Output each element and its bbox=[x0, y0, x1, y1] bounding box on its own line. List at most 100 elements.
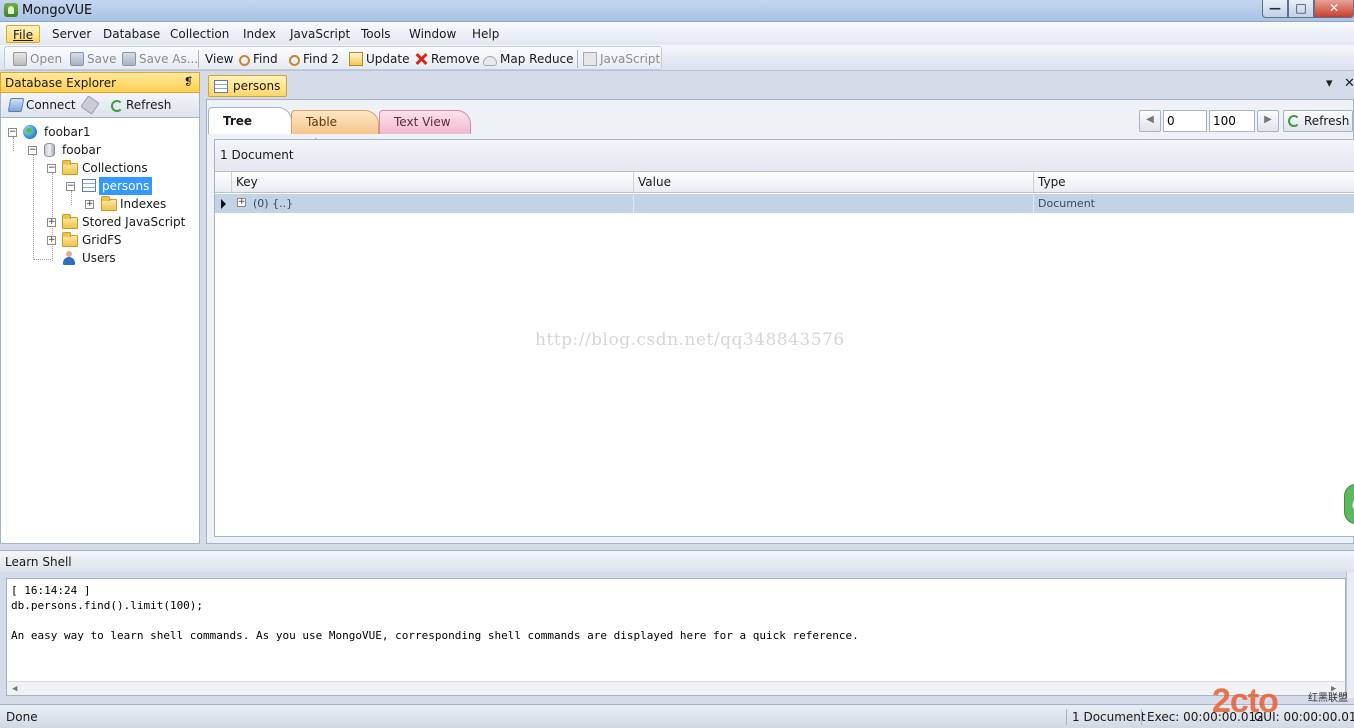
collapse-icon[interactable]: − bbox=[28, 146, 37, 155]
connect-button[interactable]: Connect bbox=[7, 96, 76, 114]
collapse-icon[interactable]: − bbox=[8, 128, 17, 137]
tree-line bbox=[13, 137, 14, 151]
tab-tree-view[interactable]: Tree View bbox=[208, 107, 292, 154]
collapse-icon[interactable]: − bbox=[47, 164, 56, 173]
cell-value bbox=[633, 194, 1033, 213]
expand-icon[interactable]: + bbox=[85, 200, 94, 209]
minimize-button[interactable]: — bbox=[1262, 0, 1288, 18]
main-toolbar: Open Save Save As... View Find Find 2 Up… bbox=[0, 45, 1354, 71]
skip-input[interactable] bbox=[1163, 110, 1207, 132]
arrow-left-icon: ◀ bbox=[1146, 114, 1154, 125]
column-key[interactable]: Key bbox=[231, 172, 633, 192]
next-page-button[interactable]: ▶ bbox=[1257, 110, 1279, 132]
database-icon bbox=[44, 143, 55, 157]
menu-server[interactable]: Server bbox=[46, 25, 97, 43]
toolbar-separator bbox=[577, 50, 578, 68]
limit-input[interactable] bbox=[1209, 110, 1255, 132]
learn-shell-header: Learn Shell bbox=[0, 550, 1354, 572]
remove-x-icon bbox=[414, 52, 428, 66]
vertical-scrollbar[interactable] bbox=[1346, 572, 1354, 698]
plug-icon bbox=[80, 95, 100, 115]
database-explorer-header: Database Explorer ❡ bbox=[0, 72, 200, 93]
remove-button[interactable]: Remove bbox=[414, 50, 480, 68]
menu-index[interactable]: Index bbox=[237, 25, 282, 43]
server-globe-icon bbox=[23, 125, 37, 139]
save-icon bbox=[70, 52, 84, 66]
site-watermark-logo: 2cto 红黑联盟 bbox=[1212, 682, 1348, 720]
cell-type: Document bbox=[1033, 194, 1354, 213]
cell-key: (0) {..} bbox=[253, 197, 294, 210]
tab-persons[interactable]: persons bbox=[208, 75, 288, 97]
menu-collection[interactable]: Collection bbox=[164, 25, 235, 43]
collapse-icon[interactable]: − bbox=[66, 182, 75, 191]
disconnect-button[interactable] bbox=[80, 95, 100, 115]
row-selector-icon bbox=[221, 199, 226, 209]
menu-help[interactable]: Help bbox=[466, 25, 505, 43]
toolbar-separator bbox=[198, 50, 199, 68]
shell-time: [ 16:14:24 ] bbox=[11, 584, 91, 597]
javascript-button[interactable]: JavaScript bbox=[583, 50, 660, 68]
update-button[interactable]: Update bbox=[349, 50, 409, 68]
learn-shell-output[interactable]: [ 16:14:24 ] db.persons.find().limit(100… bbox=[6, 578, 1346, 696]
status-bar: Done 1 Document Exec: 00:00:00.012 GUI: … bbox=[0, 704, 1354, 728]
explorer-title: Database Explorer bbox=[5, 76, 117, 90]
previous-page-button[interactable]: ◀ bbox=[1139, 110, 1161, 132]
close-window-button[interactable]: ✕ bbox=[1314, 0, 1354, 18]
expand-icon[interactable]: + bbox=[47, 218, 56, 227]
open-button[interactable]: Open bbox=[13, 50, 62, 68]
folder-icon bbox=[101, 196, 117, 211]
user-icon bbox=[62, 251, 76, 265]
status-document-count: 1 Document bbox=[1072, 710, 1146, 724]
maximize-button[interactable]: □ bbox=[1288, 0, 1314, 18]
tree-line bbox=[33, 259, 51, 260]
menu-database[interactable]: Database bbox=[97, 25, 166, 43]
save-as-icon bbox=[122, 52, 136, 66]
shell-command: db.persons.find().limit(100); bbox=[11, 599, 204, 612]
close-tab-icon[interactable]: ✕ bbox=[1344, 76, 1354, 91]
folder-icon bbox=[62, 232, 78, 247]
save-button[interactable]: Save bbox=[70, 50, 116, 68]
status-text: Done bbox=[6, 710, 38, 724]
toolbar-strip: Open Save Save As... View Find Find 2 Up… bbox=[4, 46, 662, 70]
results-grid: 1 Document Key Value Type + (0) {..} Doc… bbox=[214, 139, 1354, 537]
collection-table-icon bbox=[82, 179, 96, 192]
mongovue-app-icon bbox=[4, 3, 18, 17]
view-refresh-button[interactable]: Refresh bbox=[1283, 110, 1353, 132]
table-row[interactable]: + (0) {..} Document bbox=[215, 194, 1354, 213]
arrow-right-icon: ▶ bbox=[1264, 114, 1272, 125]
collection-table-icon bbox=[214, 80, 228, 93]
shell-hint: An easy way to learn shell commands. As … bbox=[11, 629, 859, 642]
magnifier-icon bbox=[239, 55, 250, 66]
pin-icon[interactable]: ❡ bbox=[184, 75, 193, 88]
column-type[interactable]: Type bbox=[1033, 172, 1354, 192]
connect-icon bbox=[7, 98, 25, 112]
open-icon bbox=[13, 52, 27, 66]
minimize-icon: — bbox=[1269, 1, 1281, 15]
horizontal-scrollbar[interactable]: ◀ ▶ bbox=[7, 681, 1345, 695]
expand-icon[interactable]: + bbox=[237, 198, 246, 207]
find-button[interactable]: Find bbox=[239, 50, 278, 68]
save-as-button[interactable]: Save As... bbox=[122, 50, 198, 68]
javascript-icon bbox=[583, 52, 597, 66]
menu-bar: File Server Database Collection Index Ja… bbox=[0, 22, 1354, 45]
menu-window[interactable]: Window bbox=[403, 25, 462, 43]
find2-button[interactable]: Find 2 bbox=[289, 50, 339, 68]
view-button[interactable]: View bbox=[205, 50, 233, 68]
tree-line bbox=[71, 191, 72, 205]
menu-file[interactable]: File bbox=[6, 25, 41, 43]
tab-table-view[interactable]: Table View bbox=[291, 110, 379, 151]
refresh-icon bbox=[111, 100, 123, 112]
tab-dropdown-icon[interactable]: ▾ bbox=[1326, 76, 1333, 91]
refresh-icon bbox=[1288, 115, 1300, 127]
map-reduce-button[interactable]: Map Reduce bbox=[483, 50, 574, 68]
menu-tools[interactable]: Tools bbox=[355, 25, 397, 43]
explorer-refresh-button[interactable]: Refresh bbox=[111, 96, 171, 114]
column-value[interactable]: Value bbox=[633, 172, 1033, 192]
menu-javascript[interactable]: JavaScript bbox=[284, 25, 356, 43]
status-separator bbox=[1066, 709, 1067, 725]
tab-text-view[interactable]: Text View bbox=[379, 110, 471, 134]
update-icon bbox=[349, 52, 363, 66]
floating-assistant-icon[interactable] bbox=[1344, 484, 1354, 524]
scroll-left-icon[interactable]: ◀ bbox=[12, 682, 17, 696]
expand-icon[interactable]: + bbox=[47, 236, 56, 245]
